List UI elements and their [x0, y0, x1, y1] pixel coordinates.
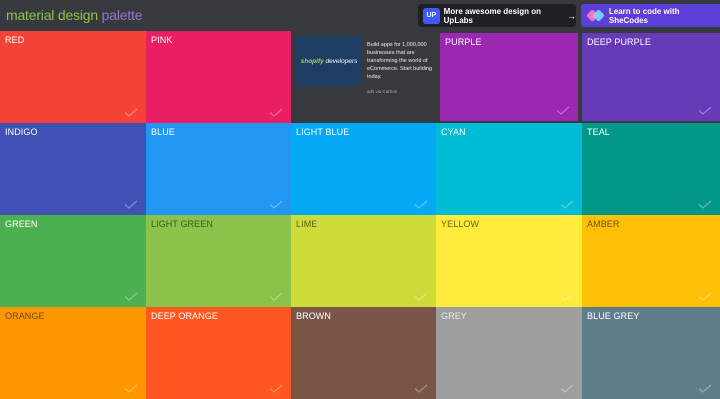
color-tile-indigo[interactable]: INDIGO [0, 123, 146, 215]
ad-via-label[interactable]: ads via Carbon [367, 89, 397, 94]
check-icon [556, 106, 570, 115]
color-name-label: BLUE GREY [587, 311, 640, 321]
logo-text-primary: material design [6, 7, 98, 23]
check-icon [124, 384, 138, 393]
color-name-label: BROWN [296, 311, 331, 321]
top-bar: material design palette UP More awesome … [0, 0, 720, 31]
color-name-label: YELLOW [441, 219, 480, 229]
uplabs-logo-icon: UP [423, 7, 440, 24]
shecodes-promo-label: Learn to code with SheCodes [608, 6, 680, 25]
color-tile-grey[interactable]: GREY [436, 307, 582, 399]
color-tile-teal[interactable]: TEAL [582, 123, 720, 215]
site-logo[interactable]: material design palette [6, 7, 142, 23]
color-name-label: LIME [296, 219, 318, 229]
color-name-label: LIGHT BLUE [296, 127, 350, 137]
color-tile-red[interactable]: RED [0, 31, 146, 123]
uplabs-promo-link[interactable]: UP More awesome design on UpLabs → [418, 4, 576, 27]
color-tile-deep-purple[interactable]: DEEP PURPLE [582, 33, 720, 121]
check-icon [414, 384, 428, 393]
check-icon [560, 200, 574, 209]
color-name-label: GREEN [5, 219, 38, 229]
check-icon [414, 292, 428, 301]
check-icon [269, 200, 283, 209]
arrow-right-icon: → [567, 10, 576, 21]
color-tile-deep-orange[interactable]: DEEP ORANGE [146, 307, 291, 399]
ad-image[interactable]: shopify developers [296, 36, 362, 86]
color-tile-cyan[interactable]: CYAN [436, 123, 582, 215]
color-name-label: RED [5, 35, 25, 45]
color-name-label: LIGHT GREEN [151, 219, 213, 229]
color-name-label: DEEP PURPLE [587, 37, 651, 47]
color-name-label: TEAL [587, 127, 610, 137]
color-tile-purple[interactable]: PURPLE [440, 33, 578, 121]
check-icon [698, 292, 712, 301]
carbon-ad[interactable]: shopify developers Build apps for 1,000,… [291, 31, 437, 123]
check-icon [414, 200, 428, 209]
color-name-label: CYAN [441, 127, 466, 137]
uplabs-promo-label: More awesome design on UpLabs [443, 6, 542, 25]
ad-brand-logo: shopify developers [300, 57, 358, 65]
check-icon [560, 292, 574, 301]
color-tile-yellow[interactable]: YELLOW [436, 215, 582, 307]
check-icon [269, 384, 283, 393]
check-icon [698, 200, 712, 209]
logo-text-secondary: palette [101, 7, 143, 23]
color-name-label: GREY [441, 311, 467, 321]
color-tile-green[interactable]: GREEN [0, 215, 146, 307]
color-tile-light-blue[interactable]: LIGHT BLUE [291, 123, 436, 215]
check-icon [269, 108, 283, 117]
color-tile-lime[interactable]: LIME [291, 215, 436, 307]
color-name-label: INDIGO [5, 127, 38, 137]
shecodes-promo-link[interactable]: Learn to code with SheCodes [581, 4, 720, 27]
check-icon [124, 292, 138, 301]
ad-text[interactable]: Build apps for 1,000,000 businesses that… [367, 41, 433, 81]
check-icon [698, 384, 712, 393]
color-tile-blue[interactable]: BLUE [146, 123, 291, 215]
color-tile-pink[interactable]: PINK [146, 31, 291, 123]
color-tile-brown[interactable]: BROWN [291, 307, 436, 399]
check-icon [560, 384, 574, 393]
color-tile-orange[interactable]: ORANGE [0, 307, 146, 399]
color-tile-amber[interactable]: AMBER [582, 215, 720, 307]
color-name-label: PURPLE [445, 37, 482, 47]
shecodes-logo-icon [586, 7, 605, 25]
color-tile-light-green[interactable]: LIGHT GREEN [146, 215, 291, 307]
check-icon [698, 106, 712, 115]
color-tile-blue-grey[interactable]: BLUE GREY [582, 307, 720, 399]
check-icon [269, 292, 283, 301]
color-name-label: ORANGE [5, 311, 45, 321]
check-icon [124, 200, 138, 209]
check-icon [124, 108, 138, 117]
color-name-label: BLUE [151, 127, 175, 137]
color-name-label: PINK [151, 35, 173, 45]
color-name-label: DEEP ORANGE [151, 311, 218, 321]
color-name-label: AMBER [587, 219, 620, 229]
